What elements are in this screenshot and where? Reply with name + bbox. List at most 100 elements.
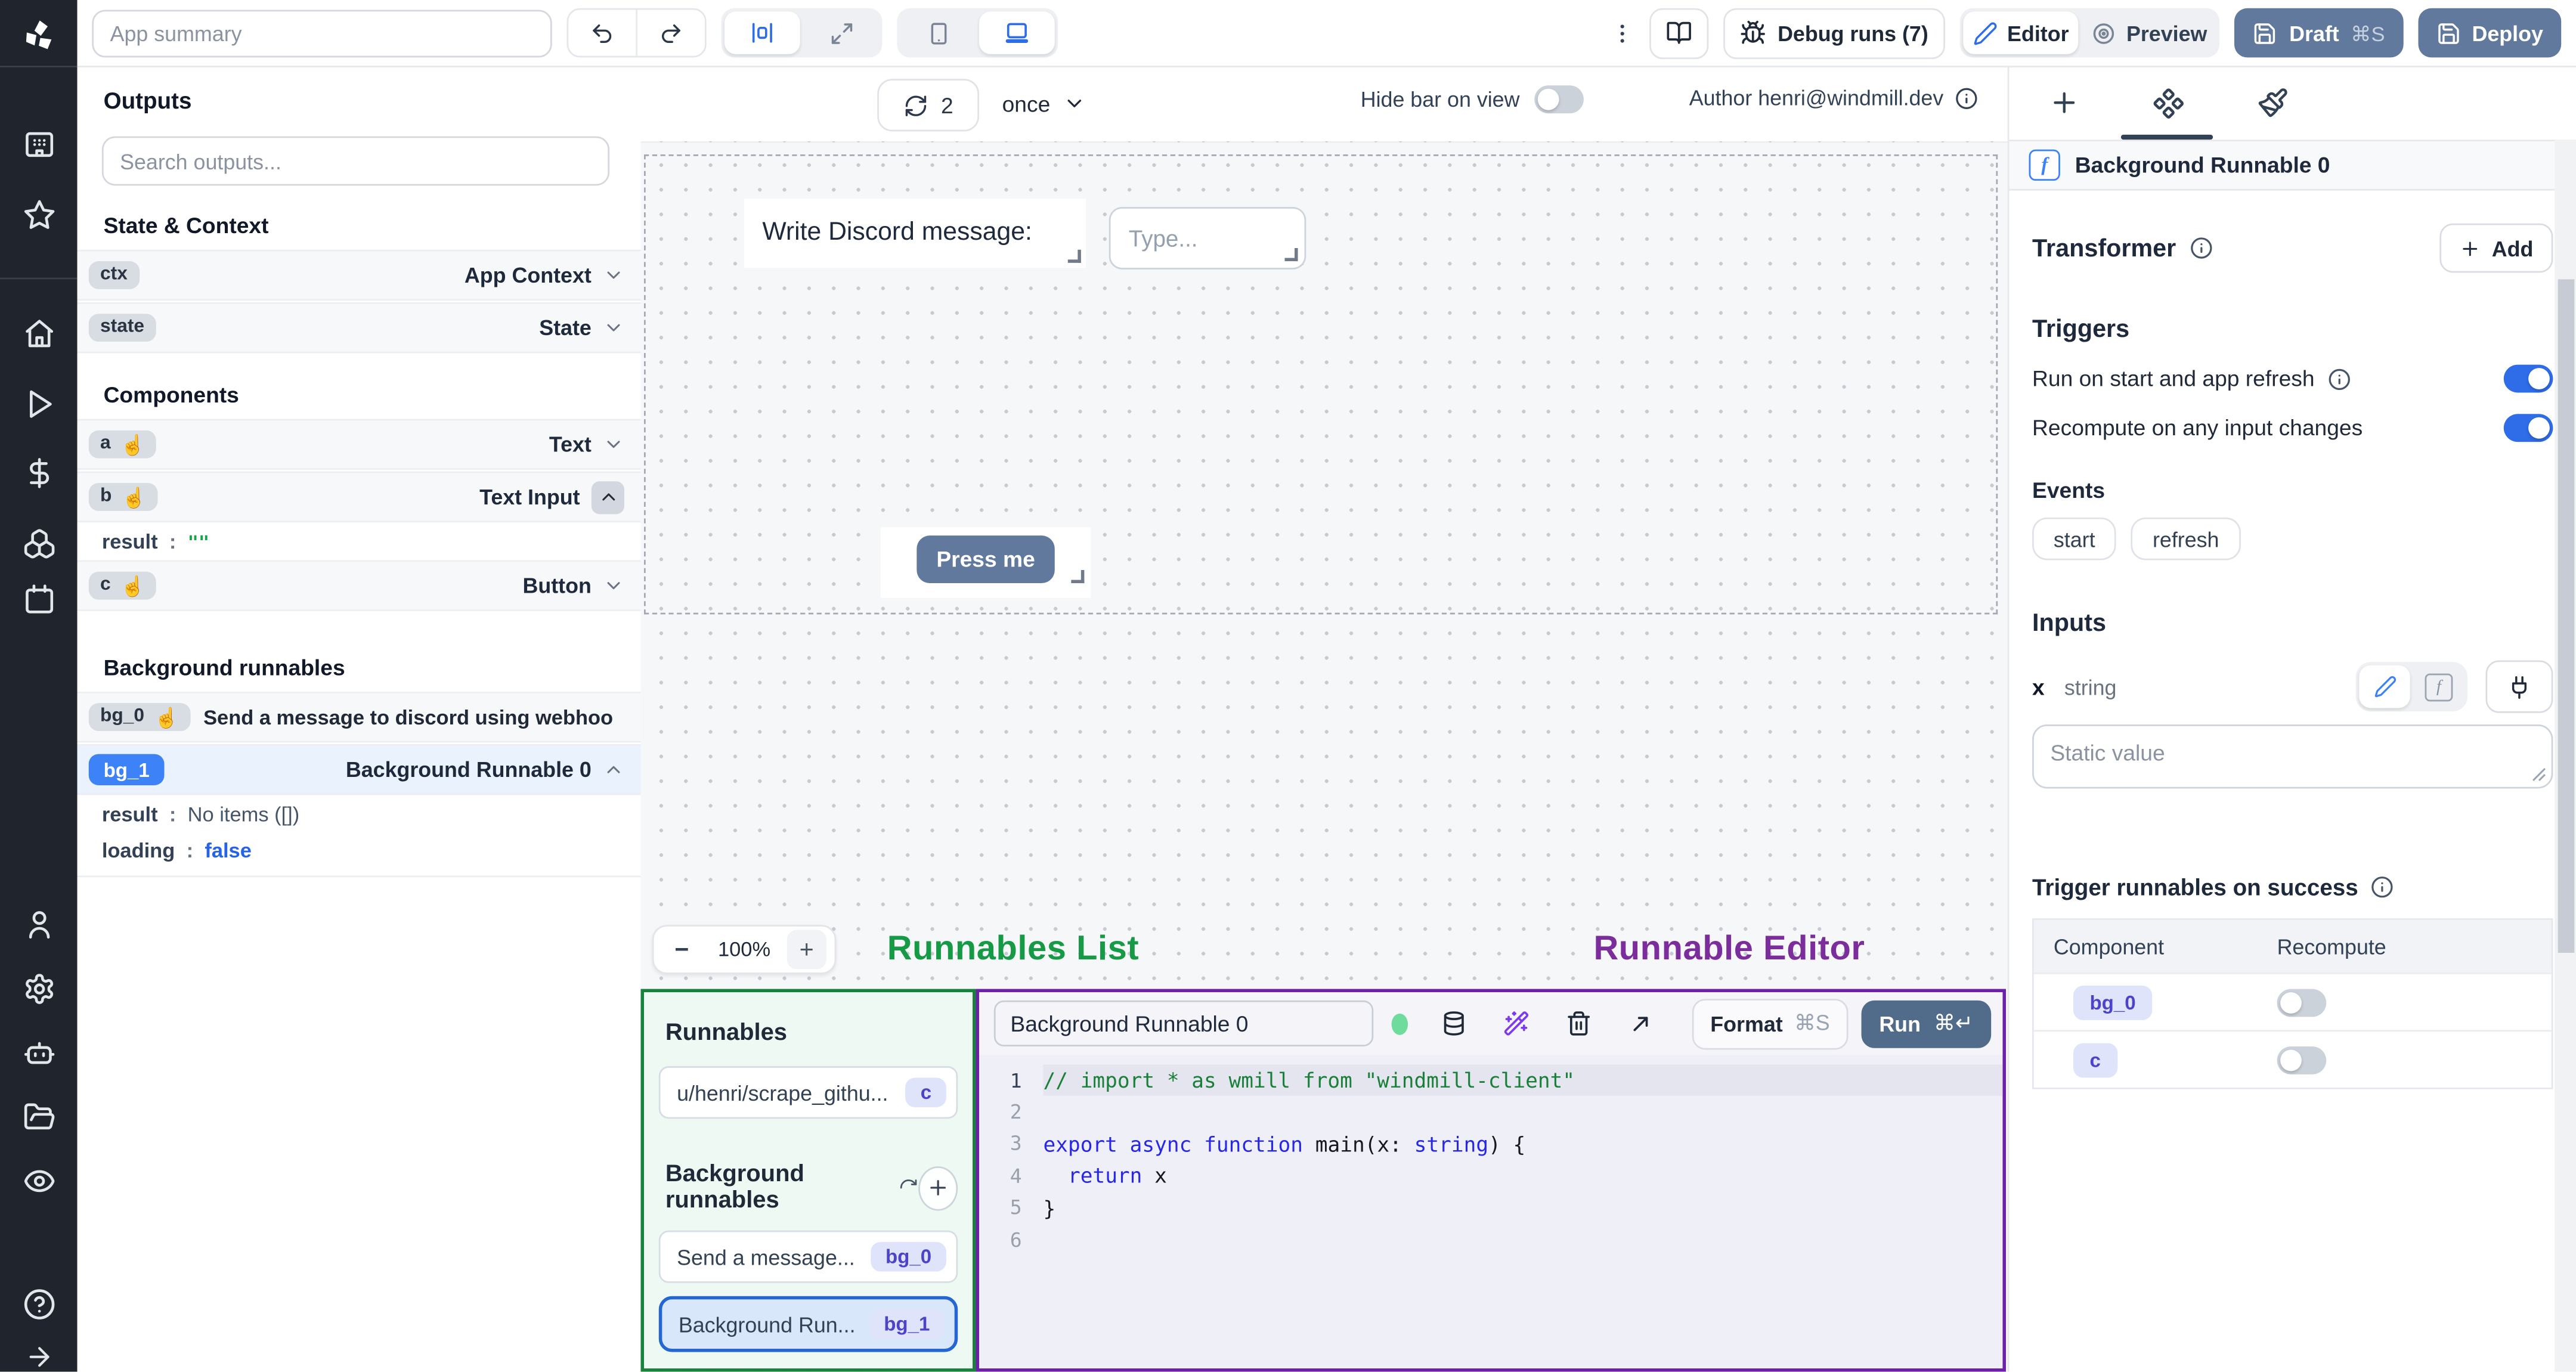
docs-button[interactable] (1649, 7, 1709, 58)
desktop-view-button[interactable] (979, 11, 1055, 54)
interval-select[interactable]: once (992, 79, 1096, 128)
format-button[interactable]: Format ⌘S (1692, 998, 1848, 1049)
info-icon[interactable] (1955, 86, 1979, 110)
sidebar-favorites-icon[interactable] (22, 199, 55, 231)
code-line[interactable]: 4 return x (979, 1160, 2002, 1192)
scrollbar-thumb[interactable] (2557, 279, 2574, 953)
code-line[interactable]: 5} (979, 1192, 2002, 1224)
output-row-b[interactable]: b ☝ Text Input (77, 471, 641, 523)
code-line[interactable]: 1// import * as wmill from "windmill-cli… (979, 1064, 2003, 1097)
resize-handle[interactable] (1067, 249, 1081, 263)
resize-handle[interactable] (1071, 569, 1085, 583)
center-layout-button[interactable] (724, 11, 800, 54)
windmill-logo-icon[interactable] (20, 18, 57, 54)
chevron-down-icon[interactable] (603, 433, 624, 455)
sidebar-schedules-icon[interactable] (22, 583, 55, 616)
sidebar-apps-icon[interactable] (22, 128, 55, 161)
expand-icon[interactable] (1628, 1010, 1654, 1036)
code-line[interactable]: 2 (979, 1097, 2002, 1128)
ai-wand-icon[interactable] (1503, 1010, 1530, 1036)
runnable-item-bg1-selected[interactable]: Background Run... bg_1 (658, 1296, 958, 1352)
sidebar-runs-icon[interactable] (22, 388, 55, 420)
fullwidth-layout-button[interactable] (803, 11, 879, 54)
redo-button[interactable] (636, 10, 705, 56)
add-background-runnable-button[interactable] (918, 1165, 958, 1210)
info-icon[interactable] (2189, 237, 2212, 260)
zoom-in-button[interactable]: + (787, 930, 826, 970)
connect-input-button[interactable] (2485, 660, 2553, 713)
insert-tab-icon[interactable] (2049, 87, 2080, 118)
theme-tab-icon[interactable] (2258, 87, 2289, 118)
canvas-grid[interactable]: Write Discord message: Type... Press me … (640, 141, 2008, 1372)
output-row-bg1[interactable]: bg_1 Background Runnable 0 (77, 744, 641, 795)
bg1-loading-row[interactable]: loading: false (77, 832, 641, 878)
add-label: Add (2491, 236, 2534, 261)
press-me-button[interactable]: Press me (917, 535, 1055, 584)
text-component[interactable]: Write Discord message: (744, 199, 1086, 268)
output-row-c[interactable]: c ☝ Button (77, 560, 641, 611)
debug-runs-button[interactable]: Debug runs (7) (1723, 7, 1945, 58)
row-recompute-toggle[interactable] (2277, 1045, 2327, 1074)
mobile-view-button[interactable] (900, 11, 976, 54)
sidebar-variables-icon[interactable] (22, 457, 55, 490)
info-icon[interactable] (2371, 875, 2395, 899)
sidebar-divider (0, 277, 78, 280)
b-result-row[interactable]: result: "" (77, 524, 641, 560)
code-line[interactable]: 6 (979, 1224, 2002, 1255)
outputs-title: Outputs (103, 87, 192, 114)
search-outputs-input[interactable] (101, 136, 610, 186)
settings-tab-icon[interactable] (2152, 86, 2185, 119)
recompute-toggle[interactable] (2503, 414, 2553, 442)
runnable-name-input[interactable] (993, 1000, 1374, 1046)
resize-handle[interactable] (1284, 248, 1298, 262)
add-transformer-button[interactable]: Add (2439, 223, 2553, 273)
sidebar-user-icon[interactable] (22, 909, 55, 941)
runnable-item-bg0[interactable]: Send a message... bg_0 (658, 1230, 958, 1283)
code-editor[interactable]: 1// import * as wmill from "windmill-cli… (979, 1055, 2003, 1256)
tab-editor[interactable]: Editor (1962, 11, 2079, 54)
chevron-up-icon[interactable] (591, 480, 624, 513)
scrollbar-track[interactable] (2555, 140, 2576, 1372)
textarea-resize-grip[interactable] (2532, 767, 2547, 782)
sidebar-resources-icon[interactable] (22, 527, 55, 560)
sidebar-settings-icon[interactable] (22, 973, 55, 1005)
chevron-down-icon[interactable] (603, 575, 624, 596)
cache-icon[interactable] (1441, 1010, 1467, 1036)
delete-icon[interactable] (1566, 1010, 1592, 1036)
chevron-up-icon[interactable] (603, 759, 624, 781)
sidebar-folders-icon[interactable] (22, 1101, 55, 1133)
undo-button[interactable] (568, 10, 636, 56)
sidebar-collapse-icon[interactable] (24, 1342, 54, 1372)
eval-mode-button[interactable]: f (2413, 665, 2464, 708)
textinput-component[interactable]: Type... (1109, 207, 1306, 270)
static-value-textarea[interactable]: Static value (2032, 724, 2553, 789)
sidebar-audit-icon[interactable] (22, 1165, 55, 1197)
output-row-ctx[interactable]: ctx App Context (77, 249, 641, 301)
output-row-state[interactable]: state State (77, 302, 641, 354)
event-start-pill[interactable]: start (2032, 517, 2117, 560)
more-menu-icon[interactable] (1610, 20, 1634, 45)
sidebar-help-icon[interactable] (22, 1288, 55, 1321)
hide-bar-toggle[interactable] (1534, 85, 1584, 114)
static-mode-button[interactable] (2359, 665, 2410, 708)
runnable-item-script[interactable]: u/henri/scrape_githu... c (658, 1066, 958, 1119)
run-button[interactable]: Run ⌘↵ (1861, 999, 1992, 1048)
app-summary-input[interactable] (92, 9, 552, 57)
bg1-result-row[interactable]: result: No items ([]) (77, 797, 641, 833)
deploy-button[interactable]: Deploy (2417, 8, 2562, 58)
chevron-down-icon[interactable] (603, 265, 624, 286)
chevron-down-icon[interactable] (603, 317, 624, 339)
refresh-count-button[interactable]: 2 (877, 79, 980, 132)
output-row-a[interactable]: a ☝ Text (77, 419, 641, 470)
tab-preview[interactable]: Preview (2082, 11, 2217, 54)
draft-button[interactable]: Draft ⌘S (2235, 8, 2403, 58)
sidebar-home-icon[interactable] (22, 317, 55, 350)
output-row-bg0[interactable]: bg_0 ☝ Send a message to discord using we… (77, 691, 641, 743)
sidebar-workers-icon[interactable] (22, 1036, 55, 1069)
row-recompute-toggle[interactable] (2277, 988, 2327, 1017)
event-refresh-pill[interactable]: refresh (2131, 517, 2241, 560)
info-icon[interactable] (2328, 367, 2351, 391)
code-line[interactable]: 3 export async function main(x: string) { (979, 1128, 2002, 1160)
run-on-start-toggle[interactable] (2503, 364, 2553, 393)
zoom-out-button[interactable]: − (662, 936, 701, 964)
